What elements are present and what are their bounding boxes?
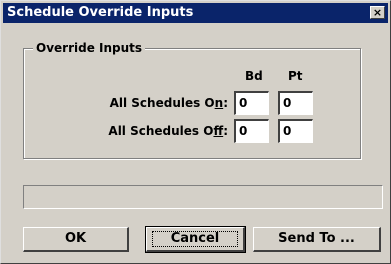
- all-schedules-on-pt-input[interactable]: 0: [278, 91, 313, 115]
- column-header-pt: Pt: [288, 69, 303, 83]
- all-schedules-off-bd-input[interactable]: 0: [234, 119, 269, 143]
- all-schedules-on-label: All Schedules On:: [109, 96, 228, 110]
- window-title: Schedule Override Inputs: [7, 5, 194, 20]
- ok-button[interactable]: OK: [23, 227, 129, 252]
- column-header-bd: Bd: [245, 69, 263, 83]
- all-schedules-off-label: All Schedules Off:: [108, 124, 228, 138]
- send-to-button[interactable]: Send To ...: [253, 227, 381, 252]
- close-icon: ×: [372, 6, 383, 19]
- group-label: Override Inputs: [33, 41, 146, 55]
- status-bar: [23, 185, 383, 209]
- close-button[interactable]: ×: [370, 6, 385, 19]
- schedule-override-dialog: Schedule Override Inputs × Override Inpu…: [0, 0, 391, 264]
- all-schedules-off-pt-input[interactable]: 0: [278, 119, 313, 143]
- focus-rect: [152, 231, 238, 247]
- all-schedules-on-bd-input[interactable]: 0: [234, 91, 269, 115]
- cancel-button[interactable]: Cancel: [145, 226, 246, 253]
- title-bar[interactable]: Schedule Override Inputs ×: [3, 3, 388, 23]
